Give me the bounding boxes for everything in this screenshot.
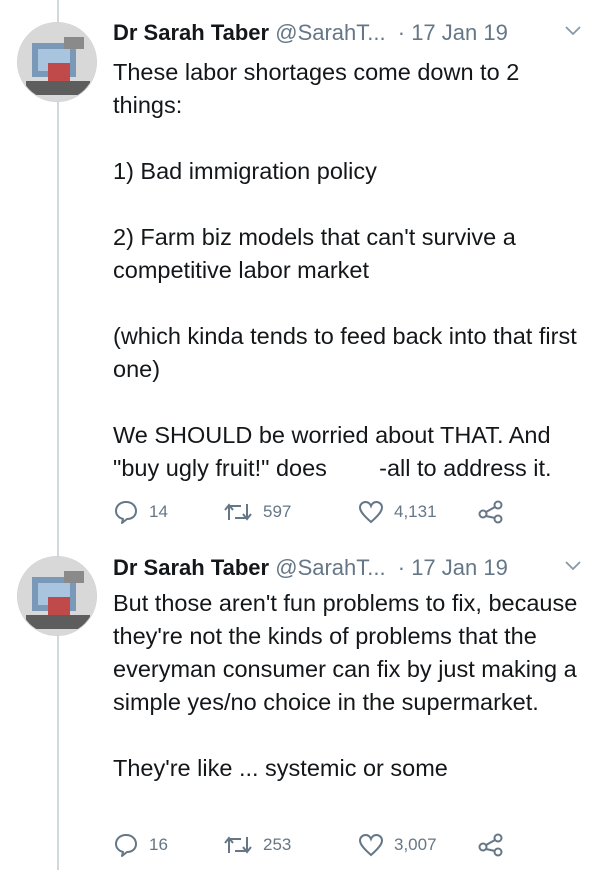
like-count: 4,131 — [394, 502, 437, 521]
reply-button[interactable]: 16 — [113, 830, 168, 860]
tweet-paragraph: (which kinda tends to feed back into tha… — [113, 323, 577, 382]
heart-icon — [358, 500, 384, 524]
tweet-body: But those aren't fun problems to fix, be… — [113, 587, 589, 785]
tweet-paragraph: These labor shortages come down to 2 thi… — [113, 59, 520, 118]
reply-icon — [115, 834, 137, 857]
tweet-paragraph: But those aren't fun problems to fix, be… — [113, 590, 578, 715]
retweet-icon — [224, 836, 252, 854]
author-name[interactable]: Dr Sarah Taber — [113, 555, 269, 580]
like-button[interactable]: 4,131 — [358, 497, 437, 527]
share-icon — [478, 500, 503, 524]
reply-count: 16 — [149, 835, 168, 854]
reply-button[interactable]: 14 — [113, 497, 168, 527]
avatar[interactable] — [17, 556, 97, 636]
thread-connector-line — [57, 0, 59, 870]
share-button[interactable] — [478, 497, 504, 527]
like-button[interactable]: 3,007 — [358, 830, 437, 860]
author-handle[interactable]: @SarahT... — [275, 20, 385, 45]
tweet-date[interactable]: · 17 Jan 19 — [398, 20, 508, 45]
tweet-header: Dr Sarah Taber @SarahT... · 17 Jan 19 — [113, 20, 587, 46]
like-count: 3,007 — [394, 835, 437, 854]
author-name[interactable]: Dr Sarah Taber — [113, 20, 269, 45]
share-icon — [478, 833, 503, 857]
reply-icon — [115, 501, 137, 524]
tweet-paragraph: 1) Bad immigration policy — [113, 158, 377, 184]
tweet-date[interactable]: · 17 Jan 19 — [398, 555, 508, 580]
reply-count: 14 — [149, 502, 168, 521]
chevron-down-icon[interactable] — [563, 559, 583, 573]
tweet-paragraph: They're like ... systemic or some — [113, 755, 448, 781]
tweet-paragraph: We SHOULD be worried about THAT. And "bu… — [113, 422, 558, 481]
share-button[interactable] — [478, 830, 504, 860]
heart-icon — [358, 833, 384, 857]
tweet-body: These labor shortages come down to 2 thi… — [113, 56, 589, 485]
retweet-count: 597 — [263, 502, 292, 521]
tweet-header: Dr Sarah Taber @SarahT... · 17 Jan 19 — [113, 555, 587, 581]
tweet-paragraph: 2) Farm biz models that can't survive a … — [113, 224, 516, 283]
chevron-down-icon[interactable] — [563, 24, 583, 38]
retweet-icon — [224, 503, 252, 521]
avatar[interactable] — [17, 22, 97, 102]
author-handle[interactable]: @SarahT... — [275, 555, 385, 580]
retweet-button[interactable]: 253 — [223, 830, 291, 860]
retweet-count: 253 — [263, 835, 292, 854]
retweet-button[interactable]: 597 — [223, 497, 291, 527]
